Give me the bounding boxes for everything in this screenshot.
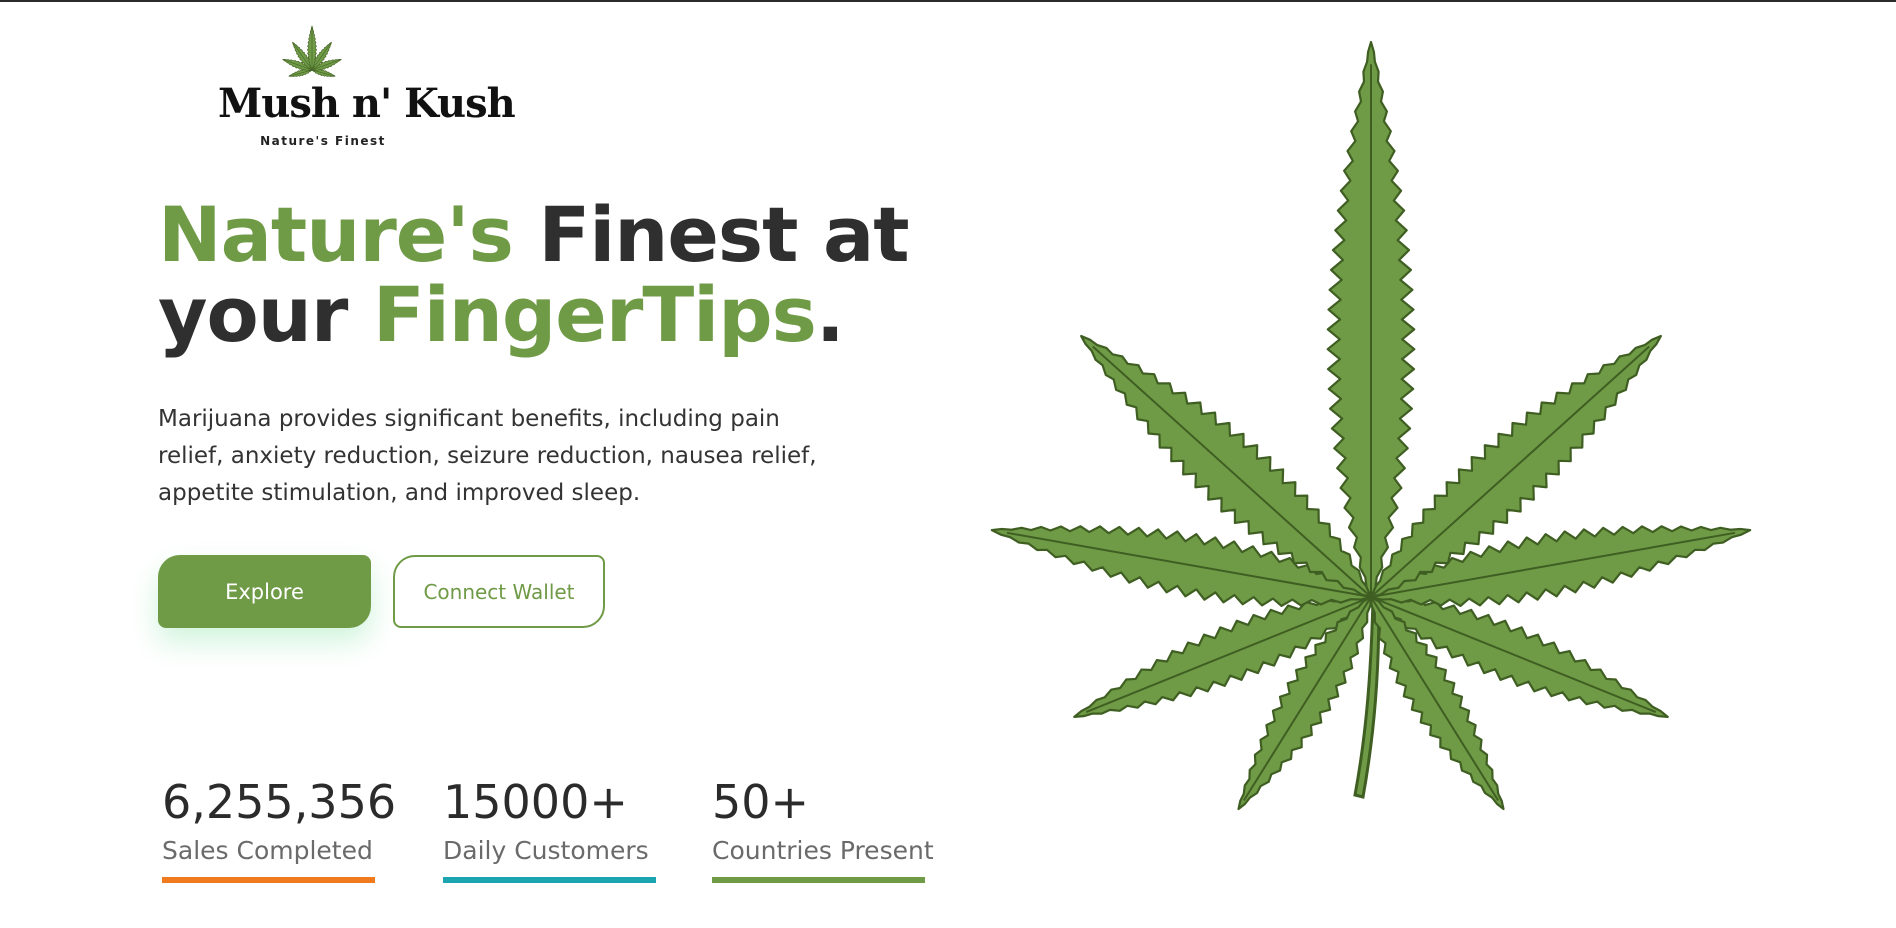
stat-customers: 15000+ Daily Customers (443, 772, 656, 883)
headline-fingertips: FingerTips (372, 270, 817, 359)
headline-your: your (158, 270, 373, 359)
stat-underline (712, 877, 925, 883)
hero-headline: Nature's Finest at your FingerTips. (158, 195, 910, 355)
top-border (0, 0, 1896, 2)
connect-wallet-button[interactable]: Connect Wallet (393, 555, 605, 628)
logo-wordmark: Mush n' Kush (218, 80, 516, 127)
stat-underline (162, 877, 375, 883)
stat-value: 15000+ (443, 775, 628, 829)
stat-value: 50+ (712, 775, 810, 829)
headline-period: . (815, 270, 845, 359)
stat-countries: 50+ Countries Present (712, 772, 934, 883)
headline-finest-at: Finest at (512, 190, 909, 279)
logo-tagline: Nature's Finest (260, 134, 386, 148)
brand-logo[interactable]: Mush n' Kush Nature's Finest (212, 20, 516, 148)
stat-underline (443, 877, 656, 883)
stat-label: Countries Present (712, 836, 934, 865)
hero-description: Marijuana provides significant benefits,… (158, 406, 817, 506)
leaf-blade (1326, 40, 1416, 599)
stat-label: Daily Customers (443, 836, 649, 865)
stat-sales: 6,255,356 Sales Completed (162, 772, 396, 883)
headline-natures: Nature's (158, 190, 514, 279)
stat-label: Sales Completed (162, 836, 373, 865)
cannabis-leaf-illustration (990, 40, 1752, 811)
explore-button[interactable]: Explore (158, 555, 371, 628)
stat-value: 6,255,356 (162, 775, 397, 829)
